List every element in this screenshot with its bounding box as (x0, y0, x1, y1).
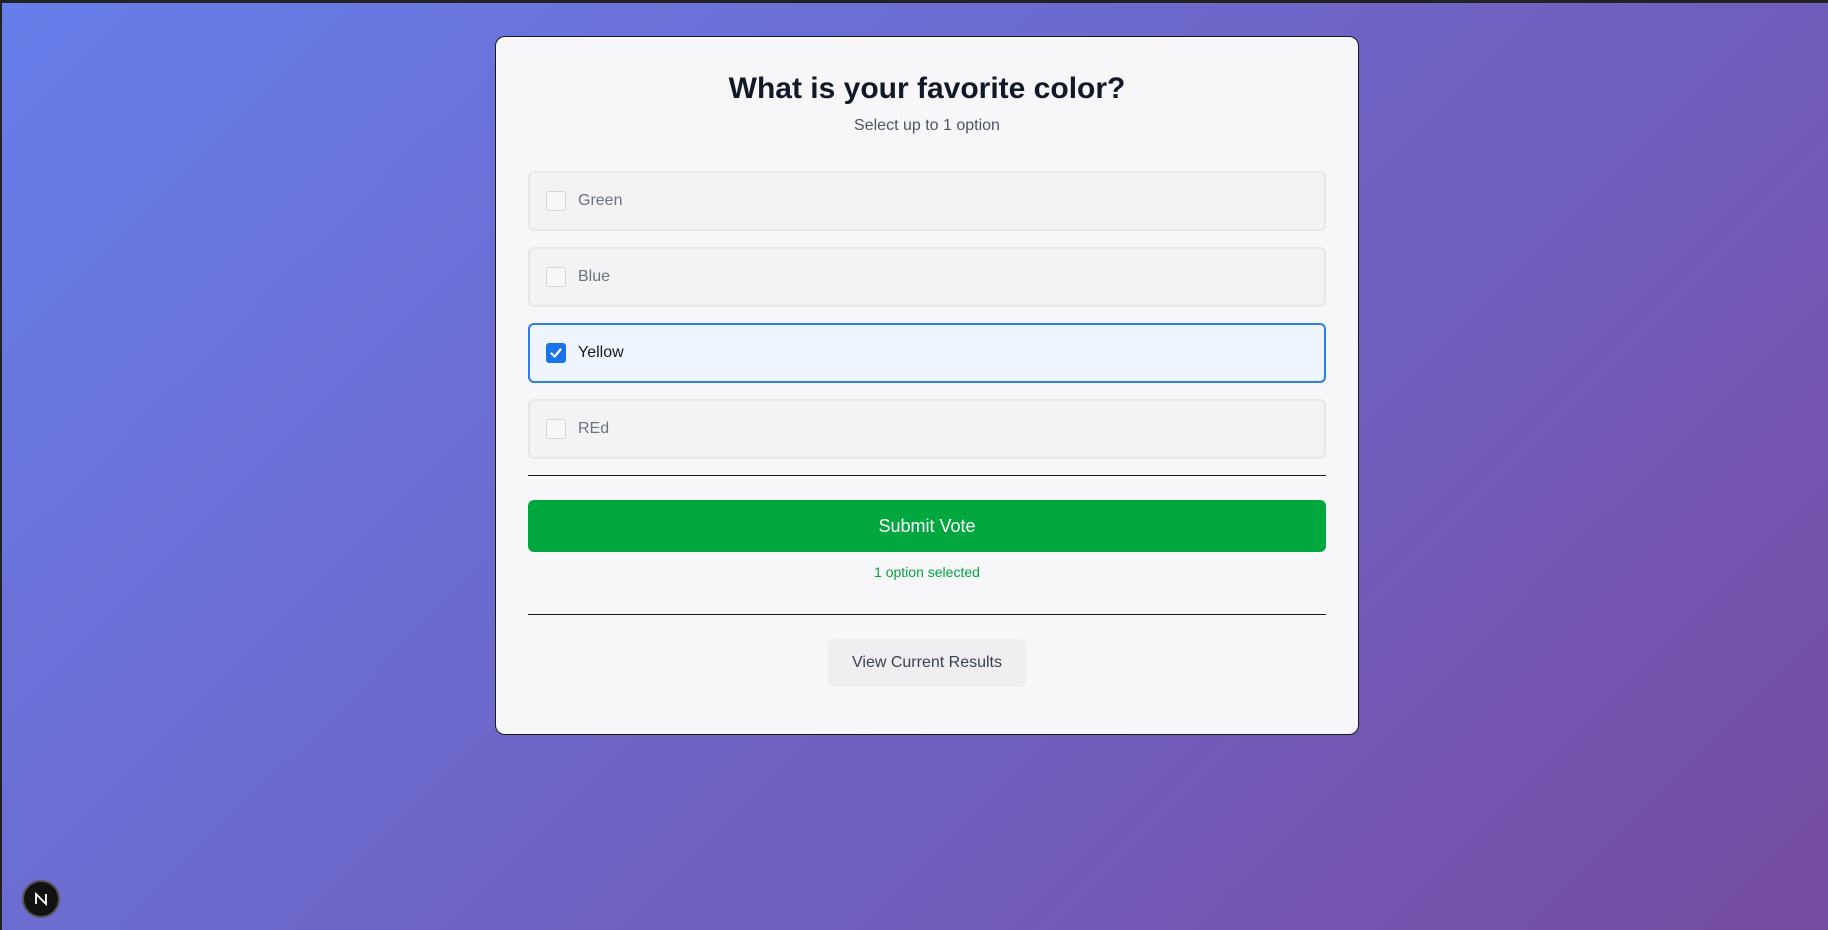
checkbox[interactable] (546, 267, 566, 287)
checkbox-checked[interactable] (546, 343, 566, 363)
checkmark-icon (550, 348, 562, 358)
options-list: Green Blue Yellow REd (528, 171, 1326, 459)
option-red[interactable]: REd (528, 399, 1326, 459)
checkbox[interactable] (546, 419, 566, 439)
poll-subtitle: Select up to 1 option (854, 117, 1000, 134)
view-results-button[interactable]: View Current Results (828, 639, 1026, 687)
option-yellow[interactable]: Yellow (528, 323, 1326, 383)
option-green[interactable]: Green (528, 171, 1326, 231)
option-label: REd (578, 420, 610, 437)
submit-vote-button[interactable]: Submit Vote (528, 500, 1326, 552)
option-label: Blue (578, 268, 611, 285)
poll-card: What is your favorite color? Select up t… (495, 36, 1359, 735)
divider (528, 614, 1326, 615)
divider (528, 475, 1326, 476)
nextjs-logo-icon[interactable] (22, 880, 60, 918)
selection-status: 1 option selected (874, 564, 980, 580)
n-logo-icon (35, 891, 47, 907)
option-label: Green (578, 192, 623, 209)
checkbox[interactable] (546, 191, 566, 211)
poll-title: What is your favorite color? (728, 72, 1126, 105)
option-blue[interactable]: Blue (528, 247, 1326, 307)
results-wrap: View Current Results (528, 639, 1326, 687)
option-label: Yellow (578, 344, 624, 361)
